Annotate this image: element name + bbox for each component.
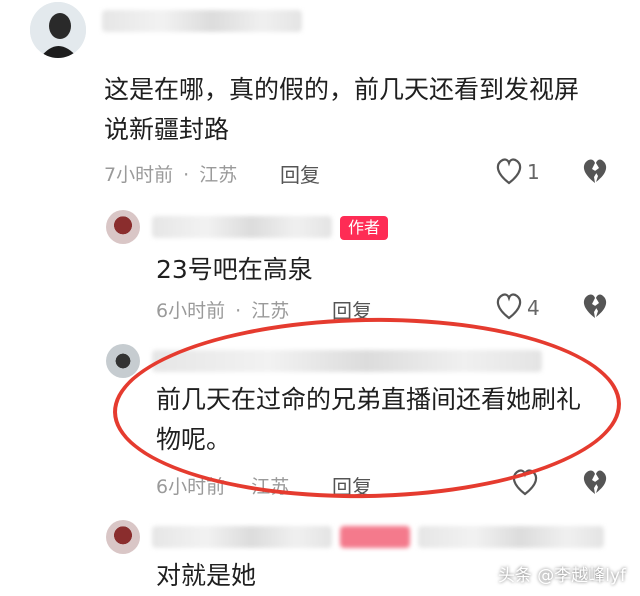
- author-badge: 作者: [340, 216, 389, 240]
- reply-button[interactable]: 回复: [332, 471, 372, 500]
- comment-text-line-2: 物呢。: [156, 425, 232, 454]
- comment-meta: 6小时前 · 江苏: [156, 472, 289, 499]
- meta-separator: ·: [235, 300, 242, 322]
- username-blurred-highlight: [340, 526, 410, 548]
- username-blurred[interactable]: [152, 216, 332, 238]
- broken-heart-icon[interactable]: [580, 292, 610, 322]
- username-blurred[interactable]: [152, 350, 542, 372]
- reply-button[interactable]: 回复: [332, 295, 372, 324]
- comment-location: 江苏: [251, 300, 290, 322]
- comment-text-line-1: 对就是她: [156, 561, 257, 590]
- heart-icon[interactable]: [510, 468, 540, 498]
- username-blurred-extra: [418, 526, 604, 548]
- comment-text-line-1: 这是在哪，真的假的，前几天还看到发视屏: [104, 75, 580, 104]
- comment-location: 江苏: [199, 164, 238, 186]
- comment-location: 江苏: [251, 476, 290, 498]
- username-blurred[interactable]: [152, 526, 332, 548]
- meta-separator: ·: [235, 476, 242, 498]
- heart-icon[interactable]: [494, 292, 524, 322]
- avatar[interactable]: [106, 344, 140, 378]
- avatar[interactable]: [106, 520, 140, 554]
- comment-text-line-2: 说新疆封路: [104, 115, 230, 144]
- broken-heart-icon[interactable]: [580, 157, 610, 187]
- comment-time: 7小时前: [104, 164, 174, 186]
- avatar[interactable]: [106, 210, 140, 244]
- avatar-figure: [30, 2, 86, 58]
- reply-button[interactable]: 回复: [280, 159, 320, 188]
- comment-meta: 7小时前 · 江苏: [104, 160, 237, 187]
- broken-heart-icon[interactable]: [580, 468, 610, 498]
- meta-separator: ·: [183, 164, 190, 186]
- avatar[interactable]: [30, 2, 86, 58]
- like-count: 1: [527, 160, 540, 184]
- like-count: 4: [527, 296, 540, 320]
- watermark: 头条 @李越峰lyf: [497, 566, 626, 586]
- comment-text-line-1: 前几天在过命的兄弟直播间还看她刷礼: [156, 385, 582, 414]
- comment-text-line-1: 23号吧在高泉: [156, 255, 313, 284]
- username-blurred[interactable]: [102, 10, 302, 32]
- heart-icon[interactable]: [494, 157, 524, 187]
- comment-time: 6小时前: [156, 476, 226, 498]
- comment-time: 6小时前: [156, 300, 226, 322]
- comment-meta: 6小时前 · 江苏: [156, 296, 289, 323]
